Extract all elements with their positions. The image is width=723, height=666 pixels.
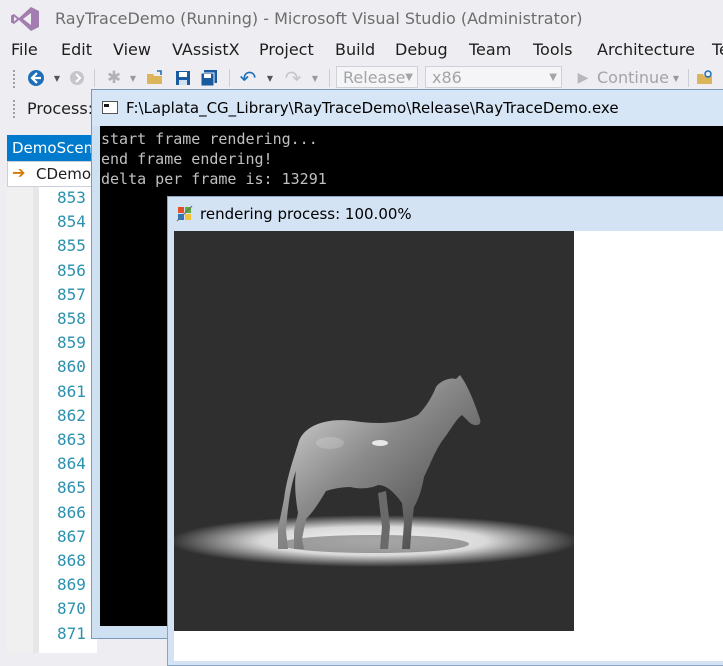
console-line: delta per frame is: 13291 [101,170,327,188]
menu-team[interactable]: Team [469,40,511,59]
line-number: 857 [57,284,86,304]
save-all-icon[interactable] [199,68,219,88]
line-number: 864 [57,454,86,474]
menu-tools[interactable]: Tools [533,40,572,59]
render-titlebar[interactable]: rendering process: 100.00% [168,197,723,231]
indicator-margin[interactable] [7,187,33,653]
console-line: end frame endering! [101,150,273,168]
line-number: 869 [57,575,86,595]
navigation-bar[interactable]: ➔ CDemo [7,161,97,187]
line-number: 866 [57,502,86,522]
code-editor[interactable]: 853 854 855 856 857 858 859 860 861 862 863 864 865 8… [7,187,97,653]
toolbar-separator [688,69,689,87]
horse-render-image [174,231,574,631]
redo-icon[interactable]: ↷ [283,66,303,90]
line-number: 867 [57,526,86,546]
new-project-icon[interactable]: ✱ [104,68,124,88]
vs-titlebar: RayTraceDemo (Running) - Microsoft Visua… [0,0,723,37]
toolbar-separator [94,69,95,87]
toolbar-grip[interactable] [12,69,16,89]
menu-test[interactable]: Te [712,40,723,59]
console-titlebar[interactable]: F:\Laplata_CG_Library\RayTraceDemo\Relea… [92,90,723,126]
line-number: 865 [57,478,86,498]
menu-build[interactable]: Build [335,40,375,59]
solution-platform-value: x86 [432,68,462,87]
selection-margin [33,187,39,653]
console-app-icon [102,101,118,114]
navigate-back-icon[interactable] [26,68,46,88]
line-number: 855 [57,236,86,256]
menu-vassistx[interactable]: VAssistX [172,40,240,59]
line-number: 856 [57,260,86,280]
line-number: 870 [57,599,86,619]
process-label: Process: [27,99,94,118]
menu-debug[interactable]: Debug [395,40,448,59]
line-number: 862 [57,405,86,425]
application-icon [176,205,193,222]
line-number: 859 [57,333,86,353]
line-number: 863 [57,430,86,449]
line-number: 871 [57,623,86,643]
find-in-files-icon[interactable] [695,68,715,88]
solution-platform-dropdown[interactable]: x86 ▼ [425,66,562,88]
continue-play-icon[interactable]: ▶ [573,68,593,88]
menu-architecture[interactable]: Architecture [597,40,695,59]
toolbar-separator [229,69,230,87]
class-dropdown-value: CDemo [36,165,92,183]
window-title: RayTraceDemo (Running) - Microsoft Visua… [55,9,583,28]
line-number: 868 [57,551,86,570]
render-window[interactable]: rendering process: 100.00% [167,196,723,666]
line-number: 860 [57,357,86,377]
document-tab[interactable]: DemoScene [7,135,97,161]
menu-bar: File Edit View VAssistX Project Build De… [0,37,723,63]
menu-project[interactable]: Project [259,40,314,59]
line-number: 858 [57,309,86,328]
solution-configuration-value: Release [343,68,406,87]
undo-icon[interactable]: ↶ [238,66,258,90]
arrow-right-icon: ➔ [12,163,26,182]
navigate-forward-icon[interactable] [67,68,87,88]
new-project-dropdown-icon[interactable]: ▼ [123,68,143,88]
console-title: F:\Laplata_CG_Library\RayTraceDemo\Relea… [126,99,619,117]
line-number: 854 [57,212,86,232]
save-icon[interactable] [173,68,193,88]
menu-view[interactable]: View [113,40,151,59]
chevron-down-icon: ▼ [549,72,557,83]
debug-location-toolbar: Process: [0,93,100,127]
toolbar-grip[interactable] [12,99,16,119]
toolbar-separator [329,69,330,87]
console-line: start frame rendering... [101,130,318,148]
continue-button[interactable]: Continue [597,68,669,87]
menu-file[interactable]: File [11,40,38,59]
line-number: 861 [57,381,86,401]
render-title: rendering process: 100.00% [200,205,412,223]
document-tab-label: DemoScene [12,139,97,157]
chevron-down-icon: ▼ [405,72,413,83]
render-client-area [174,231,723,661]
open-file-icon[interactable] [145,68,165,88]
menu-edit[interactable]: Edit [61,40,92,59]
undo-dropdown-icon[interactable]: ▼ [260,68,280,88]
line-number: 853 [57,188,86,207]
back-dropdown-icon[interactable]: ▼ [47,68,67,88]
redo-dropdown-icon[interactable]: ▼ [305,68,325,88]
solution-configuration-dropdown[interactable]: Release ▼ [336,66,418,88]
continue-dropdown-icon[interactable]: ▼ [666,68,686,88]
visual-studio-logo-icon [11,7,39,31]
